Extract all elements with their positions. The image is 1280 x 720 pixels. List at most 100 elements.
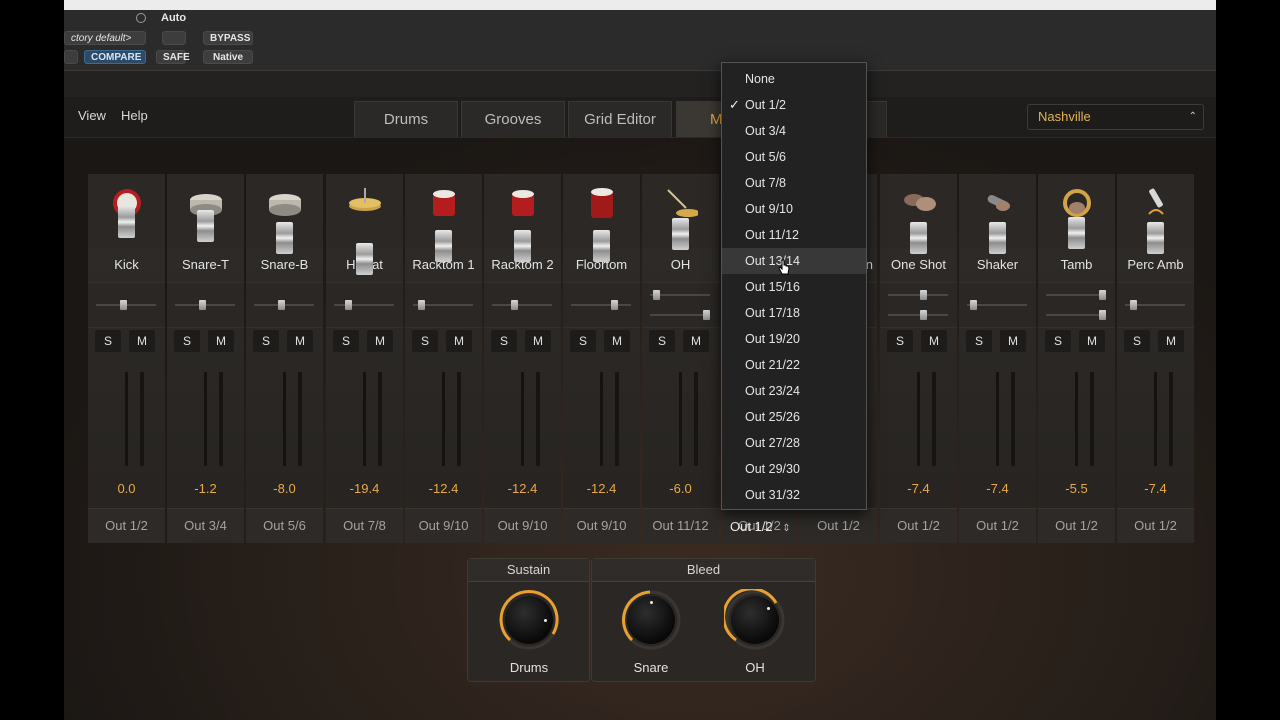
solo-button[interactable]: S [1124,330,1150,352]
volume-fader[interactable] [672,218,689,250]
pan-slider[interactable] [277,300,285,310]
pan-slider[interactable] [610,300,618,310]
volume-fader[interactable] [276,222,293,254]
dropdown-option[interactable]: Out 15/16 [722,274,866,300]
sustain-drums-knob[interactable] [498,589,560,651]
solo-button[interactable]: S [649,330,675,352]
pan-slider-left[interactable] [919,290,927,300]
output-selector[interactable]: Out 1/2 ⇕ [730,517,798,537]
pan-slider[interactable] [1130,300,1138,310]
mute-button[interactable]: M [287,330,313,352]
mute-button[interactable]: M [1079,330,1105,352]
solo-button[interactable]: S [253,330,279,352]
pan-slider-right[interactable] [919,310,927,320]
preset-menu[interactable]: ctory default> [64,31,146,45]
channel-output[interactable]: Out 9/10 [563,518,640,533]
pan-slider[interactable] [969,300,977,310]
solo-button[interactable]: S [174,330,200,352]
tab-grid-editor[interactable]: Grid Editor [568,101,672,137]
preset-switch-icon[interactable] [162,31,186,45]
dropdown-option[interactable]: Out 5/6 [722,144,866,170]
channel-output[interactable]: Out 11/12 [642,518,719,533]
compare-button[interactable]: COMPARE [84,50,146,64]
volume-fader[interactable] [593,230,610,262]
channel-output[interactable]: Out 1/2 [1117,518,1194,533]
pan-slider[interactable] [119,300,127,310]
pan-slider-right[interactable] [703,310,710,320]
bleed-snare-knob[interactable] [620,589,682,651]
pan-slider[interactable] [510,300,518,310]
mute-button[interactable]: M [525,330,551,352]
menu-view[interactable]: View [78,108,106,123]
channel-output[interactable]: Out 1/2 [1038,518,1115,533]
volume-fader[interactable] [910,222,927,254]
host-menu-icon[interactable] [136,13,146,23]
solo-button[interactable]: S [412,330,438,352]
channel-output[interactable]: Out 1/2 [880,518,957,533]
volume-fader[interactable] [356,243,373,275]
mute-button[interactable]: M [1000,330,1026,352]
solo-button[interactable]: S [491,330,517,352]
dropdown-option-label: None [745,72,775,86]
solo-button[interactable]: S [966,330,992,352]
mute-button[interactable]: M [208,330,234,352]
mute-button[interactable]: M [446,330,472,352]
tab-grooves[interactable]: Grooves [461,101,565,137]
channel-output[interactable]: Out 1/2 [959,518,1036,533]
dropdown-option[interactable]: Out 31/32 [722,482,866,508]
volume-fader[interactable] [435,230,452,262]
mute-button[interactable]: M [129,330,155,352]
pan-slider[interactable] [198,300,206,310]
volume-fader[interactable] [197,210,214,242]
dropdown-option[interactable]: None [722,66,866,92]
mute-button[interactable]: M [604,330,630,352]
mute-button[interactable]: M [921,330,947,352]
dropdown-option[interactable]: Out 23/24 [722,378,866,404]
dropdown-option[interactable]: Out 19/20 [722,326,866,352]
pan-slider[interactable] [344,300,352,310]
channel-output[interactable]: Out 9/10 [405,518,482,533]
channel-output[interactable]: Out 1/2 [88,518,165,533]
librarian-icon[interactable] [64,50,78,64]
dropdown-option[interactable]: Out 27/28 [722,430,866,456]
pan-slider[interactable] [418,300,426,310]
bleed-oh-knob[interactable] [724,589,786,651]
pan-slider-right[interactable] [1099,310,1106,320]
dropdown-option[interactable]: Out 11/12 [722,222,866,248]
tab-drums[interactable]: Drums [354,101,458,137]
solo-button[interactable]: S [333,330,359,352]
dropdown-option[interactable]: Out 13/14 [722,248,866,274]
pan-slider-left[interactable] [652,290,660,300]
volume-fader[interactable] [1068,217,1085,249]
dropdown-option[interactable]: Out 7/8 [722,170,866,196]
dropdown-option[interactable]: Out 9/10 [722,196,866,222]
solo-button[interactable]: S [887,330,913,352]
dropdown-option[interactable]: Out 29/30 [722,456,866,482]
mute-button[interactable]: M [367,330,393,352]
dropdown-option[interactable]: Out 17/18 [722,300,866,326]
mute-button[interactable]: M [683,330,709,352]
dropdown-option[interactable]: Out 3/4 [722,118,866,144]
dropdown-option[interactable]: Out 25/26 [722,404,866,430]
solo-button[interactable]: S [1045,330,1071,352]
channel-output[interactable]: Out 3/4 [167,518,244,533]
channel-output[interactable]: Out 5/6 [246,518,323,533]
mute-button[interactable]: M [1158,330,1184,352]
solo-button[interactable]: S [570,330,596,352]
dropdown-option[interactable]: ✓ Out 1/2 [722,92,866,118]
pan-slider-left[interactable] [1099,290,1106,300]
channel-output[interactable]: Out 1/2 [800,518,877,533]
volume-fader[interactable] [514,230,531,262]
volume-fader[interactable] [118,206,135,238]
pan-track [1046,294,1106,296]
channel-output[interactable]: Out 9/10 [484,518,561,533]
safe-button[interactable]: SAFE [156,50,190,64]
bypass-button[interactable]: BYPASS [203,31,253,45]
volume-fader[interactable] [1147,222,1164,254]
volume-fader[interactable] [989,222,1006,254]
dropdown-option[interactable]: Out 21/22 [722,352,866,378]
menu-help[interactable]: Help [121,108,148,123]
solo-button[interactable]: S [95,330,121,352]
kit-preset-select[interactable]: Nashville ⌃⌄ [1027,104,1204,146]
channel-output[interactable]: Out 7/8 [326,518,403,533]
